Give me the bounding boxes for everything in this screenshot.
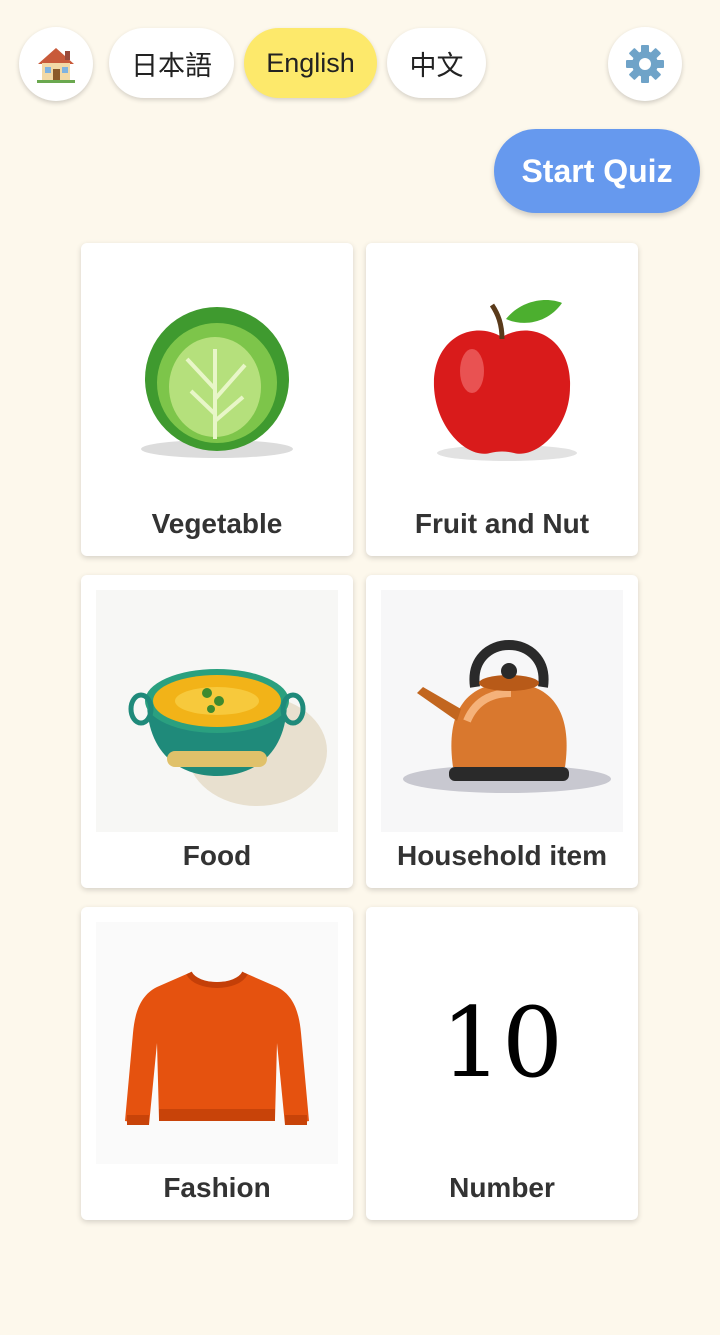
- kettle-image: [381, 590, 623, 832]
- category-card-vegetable[interactable]: Vegetable: [81, 243, 353, 556]
- home-button[interactable]: [19, 27, 93, 101]
- language-label: English: [266, 47, 355, 78]
- category-label: Vegetable: [151, 508, 283, 539]
- gear-icon: [626, 45, 664, 83]
- category-label: Fruit and Nut: [414, 508, 590, 539]
- language-label: 日本語: [131, 50, 212, 81]
- category-label: Number: [449, 1172, 555, 1203]
- number-glyph: 10: [440, 987, 564, 1099]
- category-card-fruit-and-nut[interactable]: Fruit and Nut: [366, 243, 638, 556]
- category-card-number[interactable]: 10 Number: [366, 907, 638, 1220]
- sweater-image: [96, 922, 338, 1164]
- start-quiz-button[interactable]: Start Quiz: [494, 129, 700, 213]
- category-card-fashion[interactable]: Fashion: [81, 907, 353, 1220]
- category-card-food[interactable]: Food: [81, 575, 353, 888]
- soup-bowl-image: [96, 590, 338, 832]
- cabbage-image: [96, 258, 338, 500]
- category-label: Household item: [396, 840, 607, 871]
- language-label: 中文: [409, 50, 464, 81]
- top-bar: 日本語 English 中文: [0, 0, 720, 130]
- language-chinese-button[interactable]: 中文: [387, 28, 486, 98]
- house-icon: [37, 48, 75, 83]
- category-label: Food: [182, 840, 252, 871]
- start-quiz-label: Start Quiz: [521, 152, 673, 189]
- category-card-household-item[interactable]: Household item: [366, 575, 638, 888]
- apple-image: [381, 258, 623, 500]
- language-english-button[interactable]: English: [244, 28, 377, 98]
- language-japanese-button[interactable]: 日本語: [109, 28, 234, 98]
- number-image: 10: [381, 922, 623, 1164]
- settings-button[interactable]: [608, 27, 682, 101]
- category-label: Fashion: [163, 1172, 271, 1203]
